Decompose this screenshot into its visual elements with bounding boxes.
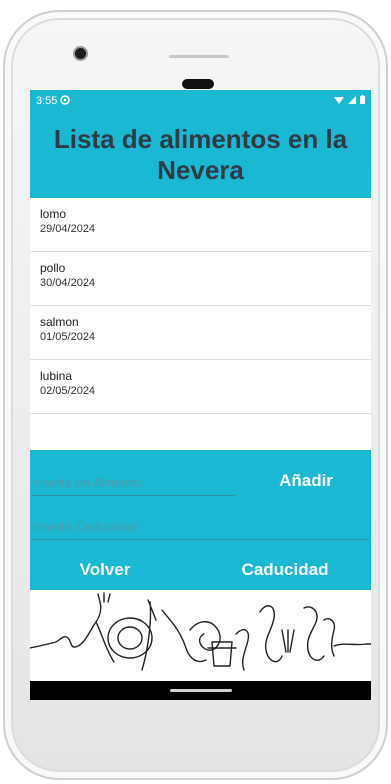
page-title: Lista de alimentos en la Nevera bbox=[53, 124, 348, 185]
controls-panel: Añadir Volver Caducidad bbox=[30, 450, 371, 590]
food-name-input[interactable] bbox=[32, 470, 235, 496]
kitchen-utensils-illustration bbox=[30, 592, 371, 671]
system-nav-bar bbox=[30, 681, 371, 700]
settings-gear-icon bbox=[60, 94, 71, 108]
device-screen: 3:55 Lista de alimentos en la Nevera lom… bbox=[30, 90, 371, 700]
food-list[interactable]: lomo 29/04/2024 pollo 30/04/2024 salmon … bbox=[30, 198, 371, 450]
status-time-group: 3:55 bbox=[36, 94, 71, 108]
front-camera bbox=[75, 48, 86, 59]
status-time: 3:55 bbox=[36, 95, 58, 107]
expiry-button[interactable]: Caducidad bbox=[220, 557, 350, 583]
food-date: 30/04/2024 bbox=[40, 277, 96, 289]
food-date: 29/04/2024 bbox=[40, 223, 96, 235]
battery-icon bbox=[360, 95, 365, 107]
add-button[interactable]: Añadir bbox=[256, 468, 356, 494]
app-header: Lista de alimentos en la Nevera bbox=[30, 112, 371, 198]
wifi-icon bbox=[334, 95, 344, 107]
food-name: salmon bbox=[40, 315, 79, 329]
back-button[interactable]: Volver bbox=[60, 557, 150, 583]
list-item[interactable]: pollo 30/04/2024 bbox=[30, 252, 371, 306]
expiry-date-input[interactable] bbox=[32, 514, 369, 540]
food-name: pollo bbox=[40, 261, 66, 275]
food-date: 01/05/2024 bbox=[40, 331, 96, 343]
food-name: lubina bbox=[40, 369, 73, 383]
food-date: 02/05/2024 bbox=[40, 385, 96, 397]
home-indicator[interactable] bbox=[170, 689, 232, 692]
cell-signal-icon bbox=[348, 95, 356, 107]
earpiece bbox=[182, 79, 214, 89]
kitchen-drawing-banner bbox=[30, 590, 371, 681]
list-item[interactable]: lubina 02/05/2024 bbox=[30, 360, 371, 414]
status-icons bbox=[334, 95, 365, 107]
status-bar: 3:55 bbox=[30, 90, 371, 112]
list-item[interactable]: salmon 01/05/2024 bbox=[30, 306, 371, 360]
speaker-grille bbox=[169, 55, 229, 58]
food-name: lomo bbox=[40, 207, 67, 221]
list-item[interactable]: lomo 29/04/2024 bbox=[30, 198, 371, 252]
